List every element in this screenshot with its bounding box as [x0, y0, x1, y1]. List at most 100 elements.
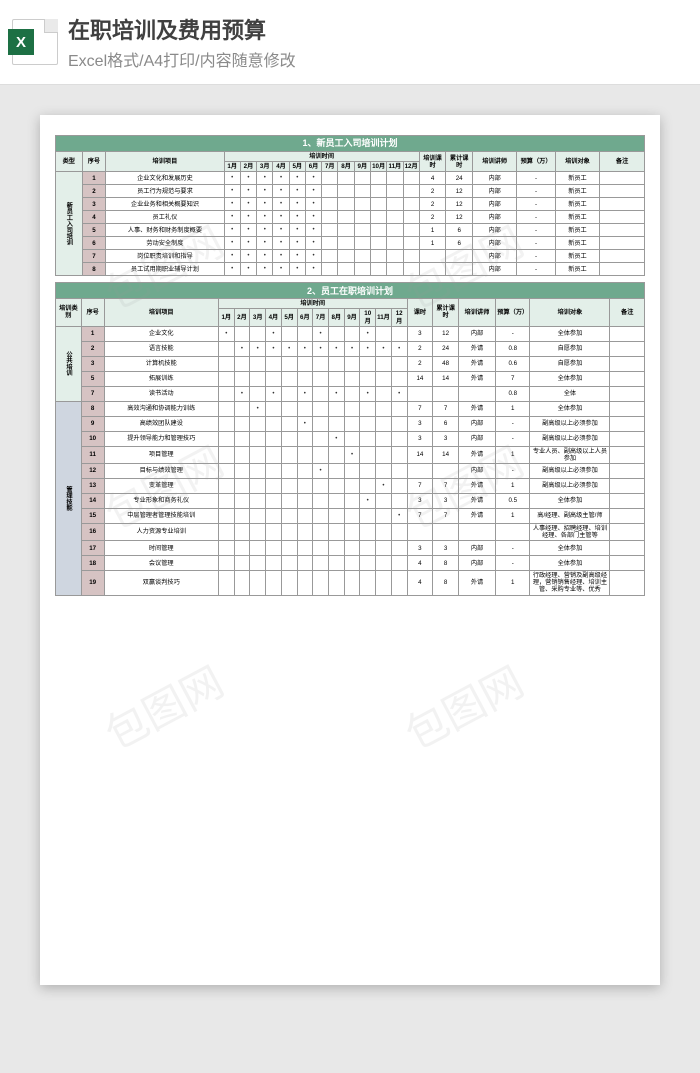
schedule-cell — [234, 541, 250, 556]
type-group: 公共培训 — [56, 326, 82, 401]
budget-cell: - — [496, 556, 530, 571]
schedule-cell — [344, 541, 360, 556]
budget-cell: - — [517, 198, 555, 211]
schedule-cell — [305, 172, 321, 185]
schedule-cell — [313, 508, 329, 523]
schedule-cell — [218, 341, 234, 356]
col-remark: 备注 — [610, 299, 645, 326]
budget-cell: - — [517, 211, 555, 224]
seq-cell: 1 — [81, 326, 104, 341]
month-header: 1月 — [218, 309, 234, 326]
schedule-cell — [403, 237, 419, 250]
month-header: 3月 — [257, 162, 273, 172]
project-cell: 高效沟通和协调能力训练 — [104, 401, 218, 416]
schedule-cell — [250, 416, 266, 431]
schedule-cell — [250, 463, 266, 478]
budget-cell: - — [496, 416, 530, 431]
remark-cell — [610, 541, 645, 556]
schedule-cell — [234, 508, 250, 523]
budget-cell — [496, 523, 530, 540]
schedule-cell — [266, 541, 282, 556]
lect-cell: 外请 — [458, 341, 495, 356]
seq-cell: 5 — [82, 224, 106, 237]
schedule-cell — [370, 185, 386, 198]
table-row: 10提升领导能力和管理技巧33内部-副高级以上必须参加 — [56, 431, 645, 446]
schedule-cell — [234, 431, 250, 446]
target-cell: 高/经理、副高级主管/师 — [530, 508, 610, 523]
schedule-cell — [387, 237, 403, 250]
schedule-cell — [354, 198, 370, 211]
project-cell: 拓展训练 — [104, 371, 218, 386]
excel-icon: X — [12, 19, 58, 65]
watermark-text: 包图网 — [393, 649, 533, 762]
schedule-cell — [360, 523, 376, 540]
target-cell: 全体参加 — [530, 371, 610, 386]
target-cell: 新员工 — [555, 224, 599, 237]
schedule-cell — [322, 211, 338, 224]
schedule-cell — [328, 371, 344, 386]
hours-cell: 3 — [407, 326, 433, 341]
schedule-cell — [297, 416, 313, 431]
table-row: 新员工入司培训1企业文化和发展历史424内部-新员工 — [56, 172, 645, 185]
schedule-cell — [224, 224, 240, 237]
schedule-cell — [297, 571, 313, 595]
target-cell: 自愿参加 — [530, 356, 610, 371]
project-cell: 时间管理 — [104, 541, 218, 556]
month-header: 2月 — [240, 162, 256, 172]
schedule-cell — [360, 371, 376, 386]
schedule-cell — [250, 431, 266, 446]
schedule-cell — [273, 172, 289, 185]
schedule-cell — [387, 185, 403, 198]
col-target: 培训对象 — [530, 299, 610, 326]
seq-cell: 9 — [81, 416, 104, 431]
budget-cell: 0.8 — [496, 386, 530, 401]
schedule-cell — [322, 198, 338, 211]
seq-cell: 19 — [81, 571, 104, 595]
table-row: 5拓展训练1414外请7全体参加 — [56, 371, 645, 386]
schedule-cell — [391, 571, 407, 595]
schedule-cell — [354, 224, 370, 237]
schedule-cell — [344, 556, 360, 571]
month-header: 5月 — [281, 309, 297, 326]
schedule-cell — [281, 478, 297, 493]
schedule-cell — [370, 211, 386, 224]
project-cell: 双赢谈判技巧 — [104, 571, 218, 595]
lect-cell: 内部 — [458, 416, 495, 431]
schedule-cell — [391, 523, 407, 540]
schedule-cell — [376, 386, 392, 401]
schedule-cell — [281, 386, 297, 401]
schedule-cell — [218, 371, 234, 386]
schedule-cell — [281, 493, 297, 508]
schedule-cell — [266, 571, 282, 595]
month-header: 12月 — [403, 162, 419, 172]
budget-cell: 0.6 — [496, 356, 530, 371]
schedule-cell — [360, 493, 376, 508]
schedule-cell — [224, 185, 240, 198]
schedule-cell — [273, 185, 289, 198]
month-header: 6月 — [297, 309, 313, 326]
schedule-cell — [313, 446, 329, 463]
table-row: 4员工礼仪212内部-新员工 — [56, 211, 645, 224]
schedule-cell — [281, 356, 297, 371]
schedule-cell — [376, 541, 392, 556]
schedule-cell — [370, 198, 386, 211]
remark-cell — [610, 508, 645, 523]
seq-cell: 8 — [81, 401, 104, 416]
schedule-cell — [297, 326, 313, 341]
template-subtitle: Excel格式/A4打印/内容随意修改 — [68, 47, 296, 71]
schedule-cell — [218, 431, 234, 446]
hours-cell: 3 — [407, 431, 433, 446]
lect-cell: 内部 — [458, 556, 495, 571]
schedule-cell — [313, 571, 329, 595]
seq-cell: 7 — [81, 386, 104, 401]
schedule-cell — [376, 446, 392, 463]
schedule-cell — [266, 341, 282, 356]
hours-cell: 2 — [419, 211, 446, 224]
schedule-cell — [344, 341, 360, 356]
schedule-cell — [218, 541, 234, 556]
schedule-cell — [391, 431, 407, 446]
schedule-cell — [257, 237, 273, 250]
schedule-cell — [360, 341, 376, 356]
remark-cell — [610, 326, 645, 341]
schedule-cell — [297, 446, 313, 463]
